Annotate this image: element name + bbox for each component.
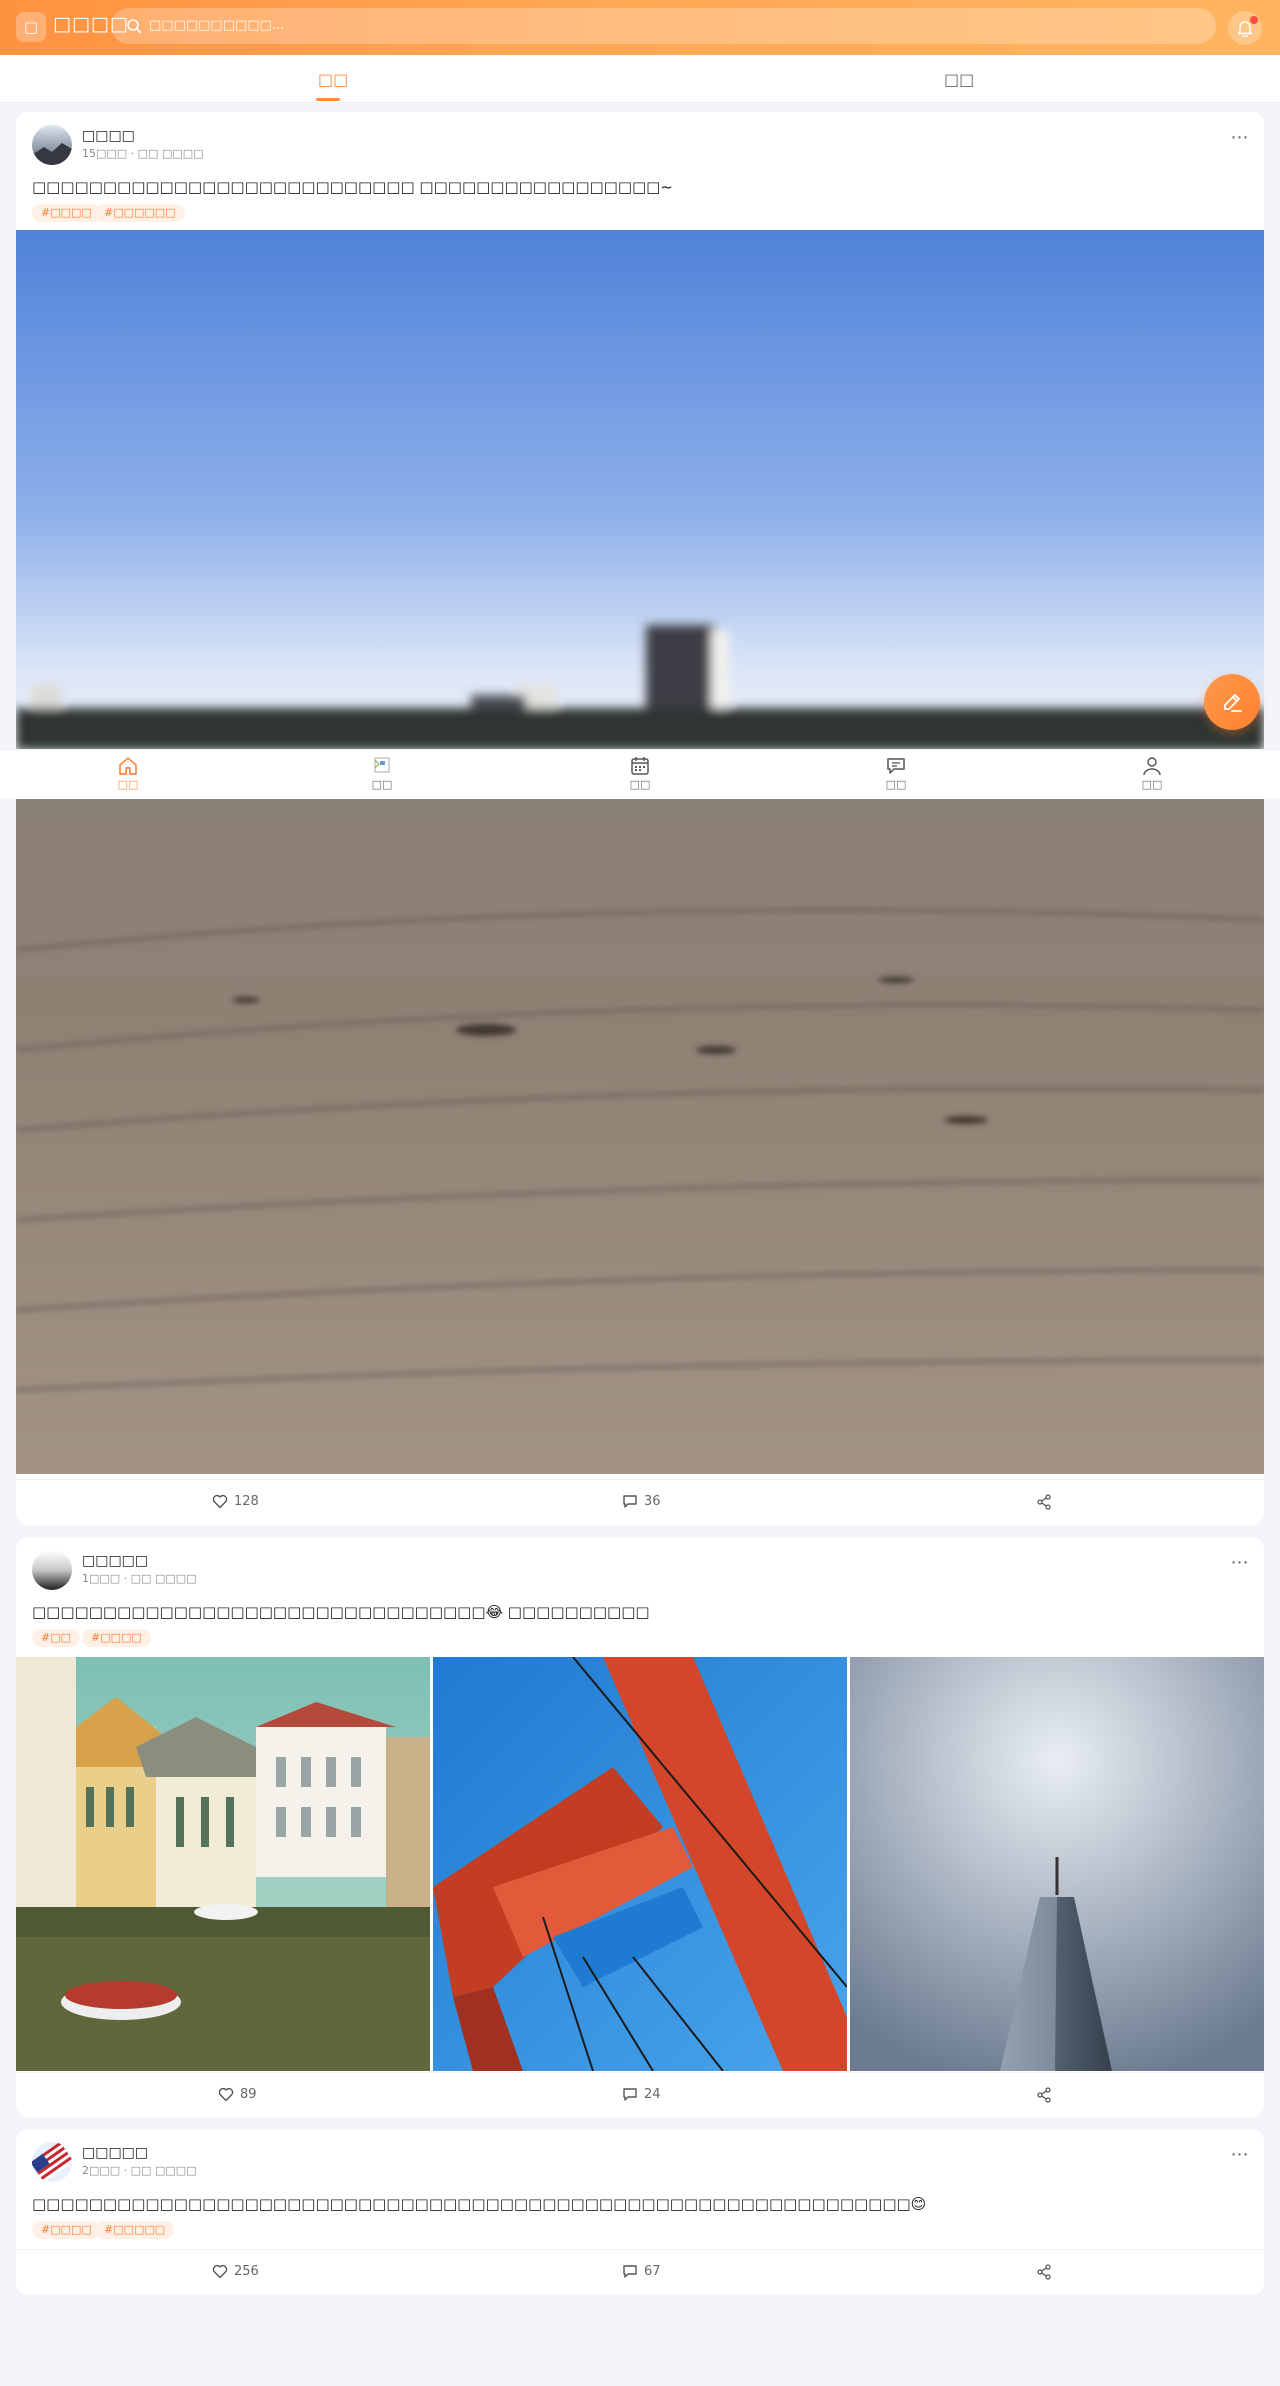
calendar-icon <box>631 757 649 775</box>
comment-count: 24 <box>644 2087 661 2102</box>
avatar[interactable] <box>32 125 72 165</box>
comment-icon <box>623 1495 637 1508</box>
top-header: ▢ □□□□ □□□□□□□□□□... <box>0 0 1280 55</box>
post-image[interactable] <box>16 750 1264 1474</box>
username[interactable]: □□□□□ <box>82 2145 148 2161</box>
like-count: 256 <box>234 2264 259 2279</box>
like-count: 89 <box>240 2087 257 2102</box>
comment-button[interactable]: 24 <box>622 2087 661 2102</box>
nav-label: □□ <box>1141 778 1163 791</box>
post-content: □□□□□□□□□□□□□□□□□□□□□□□□□□□□□□□□□□□□□□□□… <box>32 2195 927 2213</box>
heart-icon <box>212 2264 228 2279</box>
post-image[interactable] <box>433 1656 848 2072</box>
post-tag[interactable]: #□□□□ <box>82 1629 151 1647</box>
home-icon <box>119 757 137 775</box>
edit-icon <box>1224 694 1242 712</box>
search-bar[interactable]: □□□□□□□□□□... <box>111 8 1216 44</box>
post-meta: 2□□□ · □□ □□□□ <box>82 2164 197 2177</box>
tab-0[interactable]: □□ <box>318 70 348 89</box>
nav-item-messages[interactable]: □□ <box>866 756 926 791</box>
post-tag[interactable]: #□□□□□□ <box>95 204 185 222</box>
feed-tabs: □□ □□ <box>0 55 1280 103</box>
like-count: 128 <box>234 1494 259 1509</box>
comment-button[interactable]: 36 <box>622 1494 661 1509</box>
post-image[interactable] <box>850 1657 1264 2071</box>
post-card: □□□□□ 1□□□ · □□ □□□□ ⋯ □□□□□□□□□□□□□□□□□… <box>16 1537 1264 2117</box>
tab-active-indicator <box>316 98 340 101</box>
broken-image-icon <box>374 757 390 773</box>
notification-button[interactable] <box>1228 11 1262 45</box>
username[interactable]: □□□□ <box>82 128 135 144</box>
app-logo-icon[interactable]: ▢ <box>16 12 46 42</box>
comment-count: 67 <box>644 2264 661 2279</box>
nav-label: □□ <box>885 778 907 791</box>
comment-count: 36 <box>644 1494 661 1509</box>
more-options-icon[interactable]: ⋯ <box>1226 127 1254 151</box>
nav-label: □□ <box>117 778 139 791</box>
nav-item-home[interactable]: □□ <box>98 756 158 791</box>
search-placeholder: □□□□□□□□□□... <box>149 18 285 33</box>
share-icon <box>1037 2087 1051 2103</box>
comment-button[interactable]: 67 <box>622 2264 661 2279</box>
like-button[interactable]: 256 <box>212 2264 259 2279</box>
avatar[interactable] <box>32 2142 72 2182</box>
comment-icon <box>623 2265 637 2278</box>
share-icon <box>1037 2264 1051 2280</box>
compose-button[interactable] <box>1204 674 1260 730</box>
username[interactable]: □□□□□ <box>82 1553 148 1569</box>
nav-label: □□ <box>629 778 651 791</box>
like-button[interactable]: 128 <box>212 1494 259 1509</box>
nav-item-calendar[interactable]: □□ <box>610 756 670 791</box>
post-actions: 89 24 <box>16 2072 1264 2117</box>
post-card: □□□□□ 2□□□ · □□ □□□□ ⋯ □□□□□□□□□□□□□□□□□… <box>16 2129 1264 2295</box>
tab-1[interactable]: □□ <box>944 70 974 89</box>
heart-icon <box>212 1494 228 1509</box>
more-options-icon[interactable]: ⋯ <box>1226 1552 1254 1576</box>
post-tag[interactable]: #□□ <box>32 1629 81 1647</box>
share-icon <box>1037 1494 1051 1510</box>
post-meta: 1□□□ · □□ □□□□ <box>82 1572 197 1585</box>
notification-badge <box>1250 16 1258 24</box>
post-image[interactable] <box>16 1657 430 2071</box>
avatar[interactable] <box>32 1550 72 1590</box>
user-icon <box>1143 757 1161 776</box>
post-meta: 15□□□ · □□ □□□□ <box>82 147 204 160</box>
post-actions: 128 36 <box>16 1479 1264 1525</box>
post-tag[interactable]: #□□□□ <box>32 204 101 222</box>
bottom-navigation: □□ □□ □□ □□ □□ <box>0 749 1280 799</box>
post-content: □□□□□□□□□□□□□□□□□□□□□□□□□□□ □□□□□□□□□□□□… <box>32 178 673 196</box>
nav-item-discover[interactable]: □□ <box>352 756 412 791</box>
post-content: □□□□□□□□□□□□□□□□□□□□□□□□□□□□□□□□😂 □□□□□□… <box>32 1603 650 1621</box>
search-icon <box>127 19 142 34</box>
more-options-icon[interactable]: ⋯ <box>1226 2144 1254 2168</box>
nav-item-profile[interactable]: □□ <box>1122 756 1182 791</box>
post-tag[interactable]: #□□□□□ <box>95 2221 175 2239</box>
share-button[interactable] <box>1036 2264 1052 2280</box>
like-button[interactable]: 89 <box>218 2087 257 2102</box>
chat-icon <box>887 758 905 774</box>
post-actions: 256 67 <box>16 2249 1264 2295</box>
heart-icon <box>218 2087 234 2102</box>
comment-icon <box>623 2088 637 2101</box>
post-image[interactable] <box>16 230 1264 750</box>
share-button[interactable] <box>1036 1494 1052 1510</box>
nav-label: □□ <box>371 778 393 791</box>
post-tag[interactable]: #□□□□ <box>32 2221 101 2239</box>
post-card: □□□□ 15□□□ · □□ □□□□ ⋯ □□□□□□□□□□□□□□□□□… <box>16 112 1264 1525</box>
share-button[interactable] <box>1036 2087 1052 2103</box>
